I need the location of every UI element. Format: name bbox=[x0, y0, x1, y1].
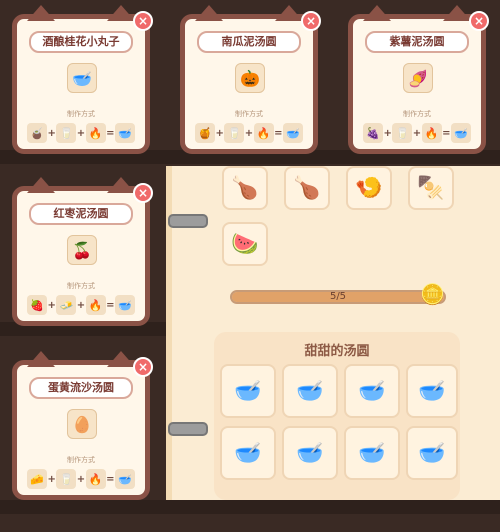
card-title: 南瓜泥汤圆 bbox=[197, 31, 301, 53]
method-label: 制作方式 bbox=[403, 110, 431, 118]
stove-icon: 🔥 bbox=[253, 123, 274, 143]
close-icon[interactable]: × bbox=[469, 11, 489, 31]
recipe-row: 🧀 + 🥛 + 🔥 = 🥣 bbox=[27, 469, 135, 489]
plus-icon: + bbox=[412, 127, 422, 139]
stove-icon: 🔥 bbox=[85, 295, 106, 315]
card-ears bbox=[27, 5, 135, 21]
soup-slot[interactable]: 🥣 bbox=[344, 364, 400, 418]
soup-slot[interactable]: 🥣 bbox=[282, 426, 338, 480]
close-icon[interactable]: × bbox=[133, 183, 153, 203]
bg-stripe bbox=[0, 500, 500, 514]
ingredient-icon: 🍯 bbox=[195, 123, 215, 143]
soup-slot[interactable]: 🥣 bbox=[220, 364, 276, 418]
reward-icon[interactable]: 🪙 bbox=[420, 282, 445, 306]
method-label: 制作方式 bbox=[67, 282, 95, 290]
ingredient-icon: 🥛 bbox=[56, 469, 77, 489]
soup-slot[interactable]: 🥣 bbox=[282, 364, 338, 418]
plus-icon: + bbox=[76, 473, 86, 485]
ingredient-icon: 🧀 bbox=[27, 469, 47, 489]
card-title: 紫薯泥汤圆 bbox=[365, 31, 469, 53]
close-icon[interactable]: × bbox=[133, 11, 153, 31]
equals-icon: = bbox=[106, 473, 115, 485]
soup-slot[interactable]: 🥣 bbox=[406, 364, 458, 418]
method-label: 制作方式 bbox=[67, 110, 95, 118]
plus-icon: + bbox=[215, 127, 224, 139]
result-icon: 🥣 bbox=[114, 469, 135, 489]
section-title: 甜甜的汤圆 bbox=[304, 344, 370, 359]
card-title: 蛋黄流沙汤圆 bbox=[29, 377, 133, 399]
card-title: 红枣泥汤圆 bbox=[29, 203, 133, 225]
recipe-card[interactable]: × 紫薯泥汤圆 🍠 制作方式 🍇 + 🥛 + 🔥 = 🥣 bbox=[348, 5, 489, 154]
equals-icon: = bbox=[106, 299, 115, 311]
card-ears bbox=[27, 351, 135, 367]
card-ears bbox=[363, 5, 471, 21]
method-label: 制作方式 bbox=[67, 456, 95, 464]
recipe-card[interactable]: × 红枣泥汤圆 🍒 制作方式 🍓 + 🧈 + 🔥 = 🥣 bbox=[12, 177, 153, 326]
recipe-card[interactable]: × 蛋黄流沙汤圆 🥚 制作方式 🧀 + 🥛 + 🔥 = 🥣 bbox=[12, 351, 153, 500]
equals-icon: = bbox=[274, 127, 283, 139]
recipe-row: 🍇 + 🥛 + 🔥 = 🥣 bbox=[363, 123, 471, 143]
collection-progress-bar: 5/5 bbox=[230, 290, 446, 304]
plus-icon: + bbox=[244, 127, 254, 139]
recipe-card[interactable]: × 酒酿桂花小丸子 🥣 制作方式 🧉 + 🥛 + 🔥 = 🥣 bbox=[12, 5, 153, 154]
plus-icon: + bbox=[47, 473, 56, 485]
dish-slot[interactable]: 🍗 bbox=[222, 166, 268, 210]
book-ring bbox=[168, 214, 208, 228]
dish-icon: 🍠 bbox=[403, 63, 433, 93]
equals-icon: = bbox=[106, 127, 115, 139]
soup-slot[interactable]: 🥣 bbox=[220, 426, 276, 480]
ingredient-icon: 🧈 bbox=[56, 295, 77, 315]
equals-icon: = bbox=[442, 127, 451, 139]
ingredient-icon: 🥛 bbox=[224, 123, 245, 143]
dish-icon: 🍒 bbox=[67, 235, 97, 265]
result-icon: 🥣 bbox=[114, 123, 135, 143]
ingredient-icon: 🍇 bbox=[363, 123, 383, 143]
plus-icon: + bbox=[76, 299, 86, 311]
recipe-row: 🧉 + 🥛 + 🔥 = 🥣 bbox=[27, 123, 135, 143]
card-ears bbox=[27, 177, 135, 193]
plus-icon: + bbox=[47, 299, 56, 311]
result-icon: 🥣 bbox=[450, 123, 471, 143]
plus-icon: + bbox=[383, 127, 392, 139]
progress-text: 5/5 bbox=[329, 291, 347, 302]
recipe-card[interactable]: × 南瓜泥汤圆 🎃 制作方式 🍯 + 🥛 + 🔥 = 🥣 bbox=[180, 5, 321, 154]
recipe-row: 🍯 + 🥛 + 🔥 = 🥣 bbox=[195, 123, 303, 143]
soup-slot[interactable]: 🥣 bbox=[406, 426, 458, 480]
stove-icon: 🔥 bbox=[85, 469, 106, 489]
dish-icon: 🎃 bbox=[235, 63, 265, 93]
dish-icon: 🥚 bbox=[67, 409, 97, 439]
ingredient-icon: 🍓 bbox=[27, 295, 47, 315]
result-icon: 🥣 bbox=[114, 295, 135, 315]
dish-slot[interactable]: 🍉 bbox=[222, 222, 268, 266]
dish-icon: 🥣 bbox=[67, 63, 97, 93]
recipe-row: 🍓 + 🧈 + 🔥 = 🥣 bbox=[27, 295, 135, 315]
ingredient-icon: 🥛 bbox=[56, 123, 77, 143]
dish-slot[interactable]: 🍗 bbox=[284, 166, 330, 210]
card-title: 酒酿桂花小丸子 bbox=[29, 31, 133, 53]
book-ring bbox=[168, 422, 208, 436]
dish-slot[interactable]: 🍤 bbox=[346, 166, 392, 210]
dish-slot[interactable]: 🍢 bbox=[408, 166, 454, 210]
card-ears bbox=[195, 5, 303, 21]
plus-icon: + bbox=[76, 127, 86, 139]
method-label: 制作方式 bbox=[235, 110, 263, 118]
result-icon: 🥣 bbox=[282, 123, 303, 143]
stove-icon: 🔥 bbox=[421, 123, 442, 143]
stove-icon: 🔥 bbox=[85, 123, 106, 143]
plus-icon: + bbox=[47, 127, 56, 139]
close-icon[interactable]: × bbox=[301, 11, 321, 31]
ingredient-icon: 🧉 bbox=[27, 123, 47, 143]
ingredient-icon: 🥛 bbox=[392, 123, 413, 143]
close-icon[interactable]: × bbox=[133, 357, 153, 377]
soup-slot[interactable]: 🥣 bbox=[344, 426, 400, 480]
